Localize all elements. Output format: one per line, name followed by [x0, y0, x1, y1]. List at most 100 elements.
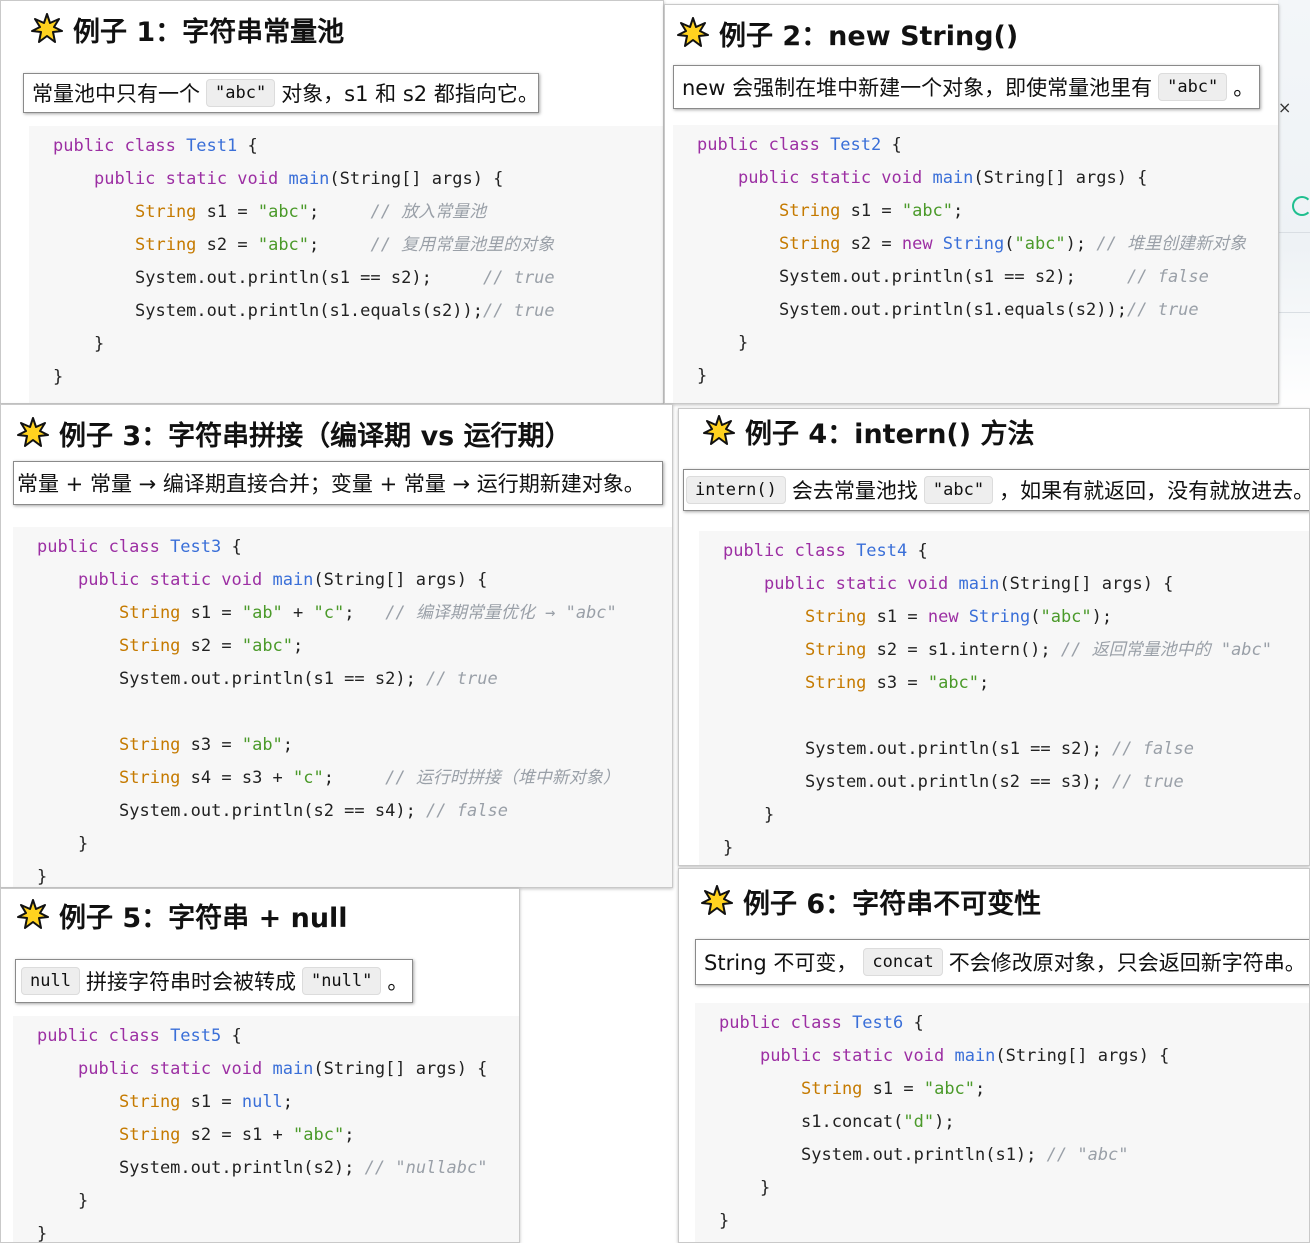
code-token: "abc" [257, 235, 310, 255]
code-token: "abc" [1040, 607, 1092, 627]
code-token: "abc" [927, 673, 980, 693]
code-line: public static void main(String[] args) { [764, 568, 1173, 601]
code-token: String [942, 234, 1005, 254]
code-token: main [288, 169, 330, 189]
code-token: Test6 [852, 1013, 904, 1033]
code-line: String s4 = s3 + "c"; // 运行时拼接（堆中新对象） [119, 762, 620, 795]
code-token: System.out.println(s1); [801, 1145, 1047, 1165]
code-token: { [237, 136, 258, 156]
refresh-icon[interactable] [1292, 196, 1310, 216]
code-token: main [272, 1059, 314, 1079]
example-note: new 会强制在堆中新建一个对象，即使常量池里有 "abc" 。 [673, 65, 1260, 109]
code-line: } [78, 1185, 88, 1218]
code-token: String [805, 673, 867, 693]
code-line: } [697, 360, 707, 393]
star-icon [17, 899, 49, 929]
code-token: + [282, 603, 314, 623]
code-line: String s2 = new String("abc"); // 堆里创建新对… [779, 228, 1246, 261]
code-token: String [801, 1079, 863, 1099]
code-token: ( [1004, 234, 1015, 254]
code-chip: intern() [686, 476, 786, 504]
code-line: public static void main(String[] args) { [78, 564, 487, 597]
code-token: // true [1127, 300, 1199, 320]
code-token: } [94, 334, 105, 354]
code-token: } [78, 1191, 89, 1211]
example-title: 例子 5：字符串 + null [17, 889, 519, 943]
example-title-text: 例子 4：intern() 方法 [745, 418, 1035, 450]
code-line: String s3 = "ab"; [119, 729, 293, 762]
code-token: "ab" [241, 603, 283, 623]
code-token: ; [282, 1092, 294, 1112]
code-token: // 放入常量池 [370, 202, 487, 222]
code-token: ; [344, 1125, 355, 1145]
code-chip: null [21, 967, 80, 995]
code-line: String s2 = "abc"; [119, 630, 303, 663]
code-token: s2 = [196, 235, 258, 255]
code-line: String s1 = "abc"; [779, 195, 963, 228]
code-chip: concat [863, 948, 943, 976]
code-token: // false [426, 801, 508, 821]
code-token: { [903, 1013, 924, 1033]
code-token: main [272, 570, 314, 590]
code-token: "abc" [241, 636, 294, 656]
code-token: // 返回常量池中的 "abc" [1060, 640, 1273, 660]
note-text: 常量 + 常量 → 编译期直接合并；变量 + 常量 → 运行期新建对象。 [17, 472, 645, 496]
code-token: System.out.println(s2 == s3); [805, 772, 1113, 792]
note-text: String 不可变， [704, 951, 858, 975]
code-token: "abc" [257, 202, 310, 222]
note-text: 。 [387, 970, 409, 994]
code-token: System.out.println(s1 == s2); [135, 268, 483, 288]
code-line: String s1 = "ab" + "c"; // 编译期常量优化 → "ab… [119, 597, 617, 630]
code-line: System.out.println(s1 == s2); // false [779, 261, 1209, 294]
code-chip: "abc" [206, 79, 276, 107]
code-line: String s1 = "abc"; [801, 1073, 985, 1106]
code-line: System.out.println(s2 == s3); // true [805, 766, 1184, 799]
example-title: 例子 6：字符串不可变性 [701, 873, 1309, 929]
example-note: 常量池中只有一个 "abc" 对象，s1 和 s2 都指向它。 [23, 73, 539, 113]
code-line: String s2 = s1 + "abc"; [119, 1119, 354, 1152]
code-token: "abc" [293, 1125, 345, 1145]
code-block: public class Test6 {public static void m… [695, 1003, 1309, 1242]
example-title-text: 例子 2：new String() [719, 20, 1019, 52]
code-line: } [760, 1172, 770, 1205]
divider [1278, 232, 1310, 233]
code-token: public static void [760, 1046, 955, 1066]
code-token: "d" [903, 1112, 935, 1132]
code-line: String s1 = null; [119, 1086, 293, 1119]
code-token: s1.concat( [801, 1112, 904, 1132]
code-line: public class Test5 { [37, 1020, 242, 1053]
code-token: s1 = [840, 201, 902, 221]
code-line: public class Test1 { [53, 130, 258, 163]
code-line: String s1 = new String("abc"); [805, 601, 1112, 634]
code-token: ; [975, 1079, 986, 1099]
code-block: public class Test2 {public static void m… [673, 125, 1278, 403]
close-icon[interactable]: × [1278, 98, 1291, 117]
code-token: String [135, 202, 197, 222]
code-line: String s2 = "abc"; // 复用常量池里的对象 [135, 229, 554, 262]
code-token: s1 = [862, 1079, 924, 1099]
code-line: System.out.println(s2); // "nullabc" [119, 1152, 487, 1185]
code-token: System.out.println(s2); [119, 1158, 365, 1178]
code-token: Test4 [856, 541, 908, 561]
example-2-card: 例子 2：new String() new 会强制在堆中新建一个对象，即使常量池… [664, 4, 1279, 404]
background-window-strip: × [1278, 0, 1310, 410]
code-token: null [241, 1092, 283, 1112]
note-text: 常量池中只有一个 [32, 82, 200, 106]
note-text: ，如果有就返回，没有就放进去。 [999, 479, 1310, 503]
example-title-text: 例子 1：字符串常量池 [73, 16, 345, 48]
code-token: ; [953, 201, 964, 221]
code-line: } [78, 828, 88, 861]
code-token: Test3 [170, 537, 222, 557]
example-title-text: 例子 3：字符串拼接（编译期 vs 运行期） [59, 420, 572, 452]
code-token: ); [1091, 607, 1113, 627]
code-token: "c" [313, 603, 345, 623]
code-token: { [907, 541, 928, 561]
code-token: main [958, 574, 1000, 594]
code-token: public static void [78, 570, 273, 590]
example-title-text: 例子 5：字符串 + null [59, 902, 348, 934]
code-token: ; [309, 202, 371, 222]
code-token: ; [309, 235, 371, 255]
code-token: // "abc" [1046, 1145, 1129, 1165]
code-block: public class Test4 {public static void m… [699, 531, 1309, 865]
code-line: public static void main(String[] args) { [94, 163, 503, 196]
